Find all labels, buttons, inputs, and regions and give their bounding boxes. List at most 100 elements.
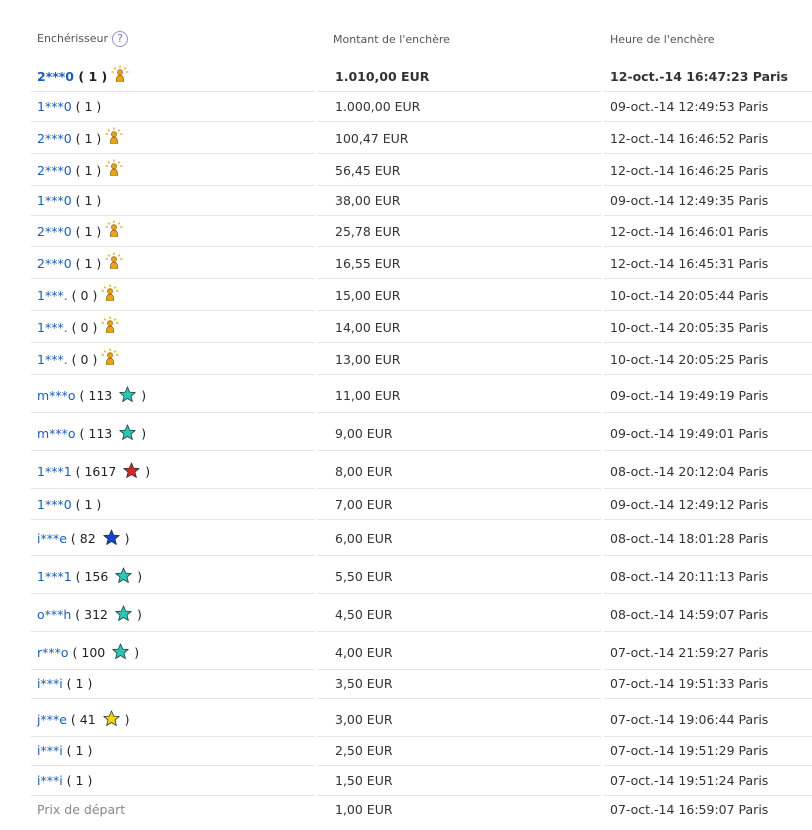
bid-time: 10-oct.-14 20:05:25 Paris [610, 352, 769, 367]
turquoise-star-icon[interactable] [115, 605, 132, 622]
bidder-link[interactable]: m***o [37, 388, 76, 403]
bidder-cell: i***i ( 1 ) [37, 669, 92, 699]
bidder-link[interactable]: 1***0 [37, 193, 72, 208]
bid-amount: 11,00 EUR [335, 388, 401, 403]
row-divider [318, 310, 601, 311]
bidder-cell: 1***1 ( 156 ) [37, 559, 142, 594]
bid-time: 09-oct.-14 19:49:01 Paris [610, 426, 769, 441]
row-divider [318, 153, 601, 154]
bid-row: i***i ( 1 ) 1,50 EUR 07-oct.-14 19:51:24 P… [0, 766, 812, 796]
bidder-link[interactable]: 1***0 [37, 497, 72, 512]
row-divider [31, 450, 315, 451]
bid-time: 10-oct.-14 20:05:44 Paris [610, 288, 769, 303]
feedback-score: ( 113 ) [75, 386, 147, 403]
row-divider [31, 412, 315, 413]
header-bidder: Enchérisseur? [37, 31, 129, 47]
bidder-link[interactable]: 1***. [37, 288, 68, 303]
red-star-icon[interactable] [123, 462, 140, 479]
row-divider [318, 374, 601, 375]
turquoise-star-icon[interactable] [115, 567, 133, 584]
bidder-cell: 2***0 ( 1 ) [37, 217, 123, 247]
bidder-link[interactable]: i***i [37, 773, 63, 788]
bidder-link[interactable]: r***o [37, 645, 69, 660]
bidder-link[interactable]: 2***0 [37, 131, 72, 146]
starting-price-label: Prix de départ [37, 802, 126, 817]
row-divider [31, 246, 315, 247]
bid-row: 1***1 ( 156 ) 5,50 EUR 08-oct.-14 20:11:13… [0, 559, 812, 594]
bid-amount: 5,50 EUR [335, 569, 393, 584]
bidder-link[interactable]: 1***. [37, 352, 68, 367]
bid-time: 07-oct.-14 19:51:33 Paris [610, 676, 769, 691]
bid-time: 08-oct.-14 14:59:07 Paris [610, 607, 769, 622]
row-divider [318, 698, 601, 699]
bid-time: 09-oct.-14 12:49:12 Paris [610, 497, 769, 512]
bid-amount: 6,00 EUR [335, 531, 393, 546]
bid-amount: 16,55 EUR [335, 256, 401, 271]
row-divider [31, 153, 315, 154]
bidder-link[interactable]: 2***0 [37, 256, 72, 271]
row-divider [31, 698, 315, 699]
bidder-cell: 2***0 ( 1 ) [37, 62, 129, 92]
bidder-cell: i***i ( 1 ) [37, 736, 92, 766]
starting-price-row: Prix de départ 1,00 EUR 07-oct.-14 16:59… [0, 796, 812, 824]
bid-amount: 1.010,00 EUR [335, 69, 430, 84]
row-divider [318, 631, 601, 632]
bidder-link[interactable]: o***h [37, 607, 71, 622]
bid-time: 12-oct.-14 16:46:25 Paris [610, 163, 769, 178]
bid-amount: 56,45 EUR [335, 163, 401, 178]
newbie-icon [105, 252, 123, 269]
bidder-link[interactable]: i***e [37, 531, 67, 546]
bidder-link[interactable]: 1***1 [37, 464, 72, 479]
row-divider [31, 342, 315, 343]
bidder-link[interactable]: i***i [37, 743, 63, 758]
bid-amount: 14,00 EUR [335, 320, 401, 335]
bidder-link[interactable]: i***i [37, 676, 63, 691]
bid-amount: 3,50 EUR [335, 676, 393, 691]
bidder-cell: r***o ( 100 ) [37, 635, 139, 670]
bidder-link[interactable]: 2***0 [37, 224, 72, 239]
help-icon[interactable]: ? [112, 31, 129, 47]
bidder-link[interactable]: 1***1 [37, 569, 72, 584]
turquoise-star-icon[interactable] [119, 424, 136, 441]
bidder-link[interactable]: m***o [37, 426, 76, 441]
feedback-score: ( 1 ) [62, 676, 93, 691]
bid-time: 07-oct.-14 19:51:29 Paris [610, 743, 769, 758]
yellow-star-icon[interactable] [102, 710, 120, 727]
bidder-link[interactable]: 1***0 [37, 99, 72, 114]
row-divider [604, 555, 812, 556]
row-divider [318, 278, 601, 279]
feedback-score: ( 1 ) [62, 743, 93, 758]
bid-time: 10-oct.-14 20:05:35 Paris [610, 320, 769, 335]
bidder-link[interactable]: 2***0 [37, 69, 74, 84]
turquoise-star-icon[interactable] [112, 643, 129, 660]
bidder-cell: 1***. ( 0 ) [37, 313, 119, 343]
newbie-icon [101, 348, 119, 365]
feedback-score: ( 1 ) [71, 497, 102, 512]
feedback-score: ( 156 ) [71, 567, 143, 584]
row-divider [31, 555, 315, 556]
bidder-cell: j***e ( 41 ) [37, 702, 130, 737]
bid-row: 1***0 ( 1 ) 38,00 EUR 09-oct.-14 12:49:35 … [0, 186, 812, 216]
bid-row: 1***0 ( 1 ) 1.000,00 EUR 09-oct.-14 12:49:… [0, 92, 812, 122]
bidder-link[interactable]: 2***0 [37, 163, 72, 178]
bid-time: 09-oct.-14 19:49:19 Paris [610, 388, 769, 403]
bid-time: 09-oct.-14 12:49:53 Paris [610, 99, 769, 114]
newbie-icon [101, 316, 119, 333]
bid-time: 07-oct.-14 19:51:24 Paris [610, 773, 769, 788]
row-divider [31, 631, 315, 632]
feedback-score: ( 1 ) [71, 193, 102, 208]
blue-star-icon[interactable] [102, 529, 120, 546]
bidder-cell: 2***0 ( 1 ) [37, 124, 123, 154]
bid-row: i***e ( 82 ) 6,00 EUR 08-oct.-14 18:01:28 … [0, 521, 812, 556]
bid-time: 12-oct.-14 16:47:23 Paris [610, 69, 788, 84]
bid-time: 09-oct.-14 12:49:35 Paris [610, 193, 769, 208]
bidder-cell: m***o ( 113 ) [37, 378, 146, 413]
bidder-link[interactable]: 1***. [37, 320, 68, 335]
newbie-icon [105, 220, 123, 237]
feedback-score: ( 41 ) [66, 710, 130, 727]
bid-amount: 2,50 EUR [335, 743, 393, 758]
newbie-icon [111, 65, 129, 82]
bid-row: m***o ( 113 ) 11,00 EUR 09-oct.-14 19:49:1… [0, 378, 812, 413]
bidder-link[interactable]: j***e [37, 712, 67, 727]
turquoise-star-icon[interactable] [119, 386, 136, 403]
